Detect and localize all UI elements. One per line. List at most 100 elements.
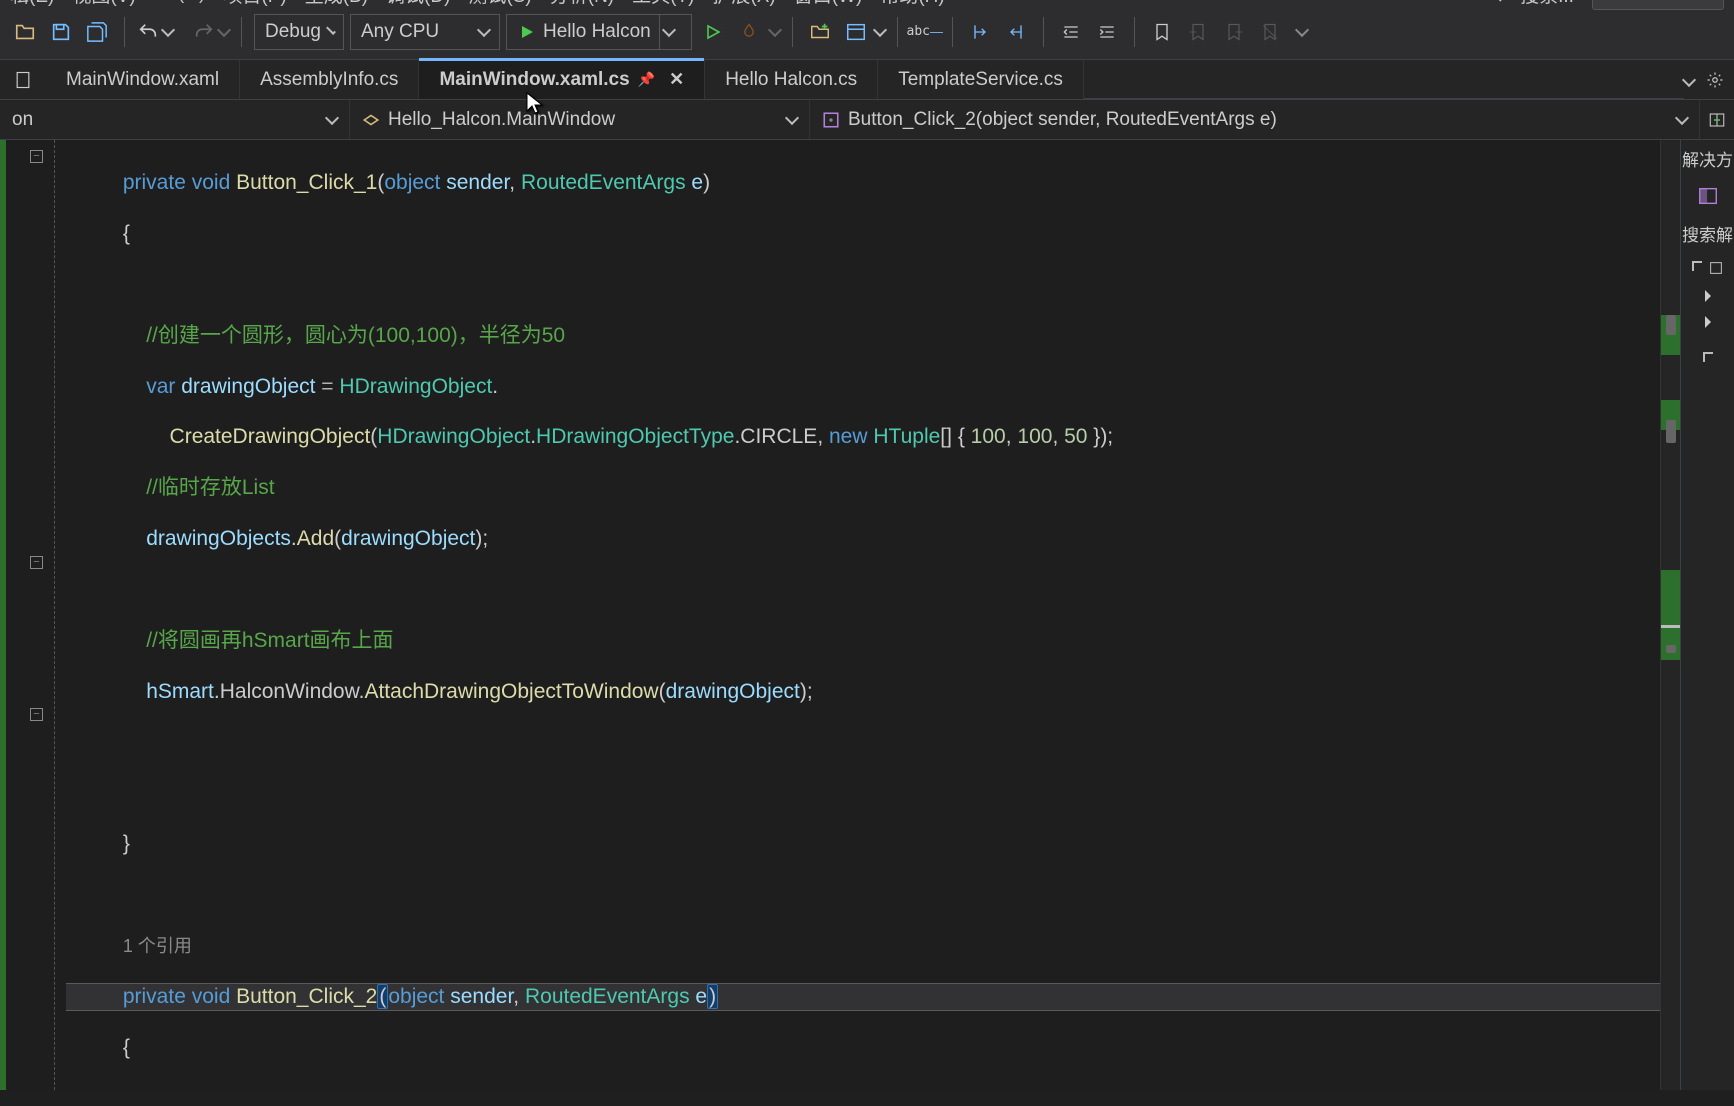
codelens-references[interactable]: 1 个引用 [123,936,192,956]
code-token: drawingObject [341,527,475,550]
code-comment: //将圆画再hSmart画布上面 [146,629,393,652]
tab-assemblyinfo[interactable]: AssemblyInfo.cs [240,60,419,99]
fold-toggle-icon[interactable]: − [30,150,43,163]
fold-gutter[interactable]: − − − [18,140,54,1090]
menu-edit[interactable]: 辑(E) [10,0,54,8]
start-nodebug-icon[interactable] [698,17,728,47]
menu-build[interactable]: 生成(B) [305,0,368,8]
menu-view[interactable]: 视图(V) [72,0,135,8]
code-token: drawingObjects [146,527,291,550]
code-token: var [146,375,175,398]
bookmark-prev-icon[interactable] [1183,17,1213,47]
config-label: Debug [265,21,321,43]
tab-mainwindow-xaml[interactable]: MainWindow.xaml [46,60,240,99]
code-token: void [192,985,231,1008]
indent-less-icon[interactable] [1056,17,1086,47]
tab-templateservice[interactable]: TemplateService.cs [878,60,1084,99]
code-token: HDrawingObject [339,375,492,398]
code-comment: //创建一个圆形，圆心为(100,100)，半径为50 [146,324,565,347]
save-icon[interactable] [46,17,76,47]
menu-debug[interactable]: 调试(D) [386,0,450,8]
code-token: AttachDrawingObjectToWindow [364,680,658,703]
split-editor-icon[interactable] [1708,111,1726,129]
menu-project[interactable]: 项目(P) [223,0,286,8]
toolbar: Debug Any CPU Hello Halcon abc― [0,4,1734,60]
tab-mainwindow-xaml-cs[interactable]: MainWindow.xaml.cs 📌 ✕ [419,60,705,99]
side-expand-3[interactable] [1705,316,1711,328]
breakpoint-margin[interactable] [0,140,18,1090]
open-file-icon[interactable] [10,17,40,47]
menu-extensions[interactable]: 扩展(X) [712,0,775,8]
bookmark-next-icon[interactable] [1219,17,1249,47]
class-dropdown[interactable]: Hello_Halcon.MainWindow [350,100,810,139]
tab-hello-halcon[interactable]: Hello Halcon.cs [705,60,878,99]
menu-tools[interactable]: 工具(T) [632,0,694,8]
project-label: on [12,109,33,131]
step-out-icon[interactable] [1001,17,1031,47]
chevron-down-icon [325,110,339,124]
platform-dropdown[interactable]: Any CPU [350,14,500,50]
save-all-icon[interactable] [82,17,112,47]
vertical-scrollbar[interactable] [1660,140,1680,1090]
tab-label: Hello Halcon.cs [725,69,857,91]
redo-dropdown[interactable] [193,21,229,43]
run-target-label: Hello Halcon [543,21,651,43]
indent-more-icon[interactable] [1092,17,1122,47]
side-label-solution[interactable]: 搜索解 [1682,221,1733,246]
new-document-icon[interactable] [0,60,46,99]
bookmark-icon[interactable] [1147,17,1177,47]
tab-overflow-icon[interactable] [1682,72,1696,86]
chevron-down-icon [477,22,491,36]
tab-label: AssemblyInfo.cs [260,69,398,91]
code-comment: //临时存放List [146,476,274,499]
code-token: drawingObject [181,375,315,398]
bookmark-clear-icon[interactable] [1255,17,1285,47]
tab-label: MainWindow.xaml.cs [439,69,629,91]
play-icon [519,24,535,40]
code-token: private [123,171,186,194]
member-dropdown[interactable]: Button_Click_2(object sender, RoutedEven… [810,100,1700,139]
code-token: sender [450,985,513,1008]
side-expand[interactable] [1692,260,1724,276]
code-token: object [384,171,440,194]
chevron-down-icon [785,110,799,124]
project-dropdown[interactable]: on [0,100,350,139]
hot-reload-icon[interactable] [734,17,764,47]
code-token: CreateDrawingObject [170,425,371,448]
side-collapse-icon[interactable] [1703,352,1713,362]
menu-window[interactable]: 窗口(W) [794,0,863,8]
search-icon[interactable] [1486,0,1502,2]
code-editor[interactable]: − − − private void Button_Click_1(object… [0,140,1680,1090]
menu-git[interactable]: Git(G) [154,0,206,5]
chevron-down-icon [326,25,336,35]
code-token: new [829,425,868,448]
chevron-down-icon [1675,110,1689,124]
close-icon[interactable]: ✕ [669,69,684,90]
fold-toggle-icon[interactable]: − [30,708,43,721]
tab-label: MainWindow.xaml [66,69,219,91]
search-input[interactable]: 搜索... [1520,0,1574,8]
navigation-bar: on Hello_Halcon.MainWindow Button_Click_… [0,100,1734,140]
new-folder-icon[interactable] [805,17,835,47]
start-debug-button[interactable]: Hello Halcon [506,14,692,50]
code-token: private [123,985,186,1008]
undo-dropdown[interactable] [137,21,173,43]
tab-settings-icon[interactable] [1706,71,1724,89]
code-content[interactable]: private void Button_Click_1(object sende… [66,140,1660,1090]
side-label-search[interactable]: 解决方 [1682,146,1733,171]
code-token: HTuple [873,425,940,448]
code-token: HDrawingObject [377,425,530,448]
side-expand-2[interactable] [1705,290,1711,302]
menu-test[interactable]: 测试(S) [468,0,531,8]
pin-icon[interactable]: 📌 [638,71,655,88]
start-debug-dropdown[interactable] [659,14,679,50]
config-dropdown[interactable]: Debug [254,14,344,50]
class-icon [362,111,380,129]
menu-analyze[interactable]: 分析(N) [550,0,614,8]
step-into-icon[interactable] [965,17,995,47]
window-layout-icon[interactable] [841,17,871,47]
activity-icon[interactable] [1697,185,1719,207]
rename-icon[interactable]: abc― [910,17,940,47]
fold-toggle-icon[interactable]: − [30,556,43,569]
menu-help[interactable]: 帮助(H) [880,0,944,8]
